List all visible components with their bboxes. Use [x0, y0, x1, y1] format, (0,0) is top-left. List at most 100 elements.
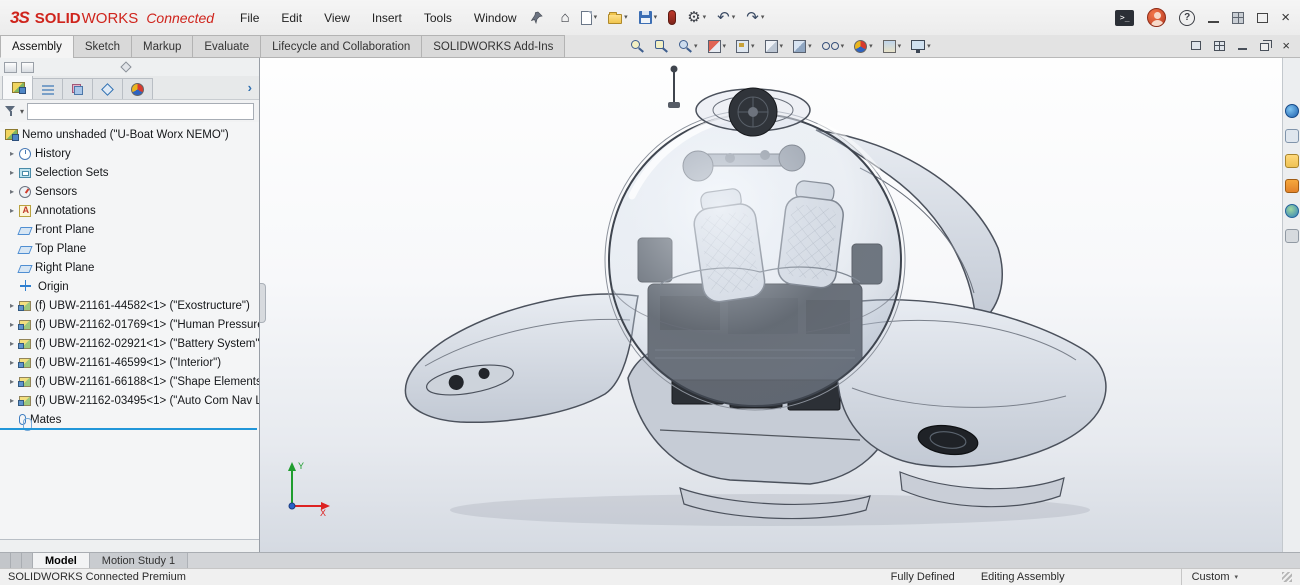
- tree-item[interactable]: ▸ Annotations: [0, 201, 259, 220]
- expand-arrow-icon[interactable]: ▸: [6, 206, 18, 215]
- file-explorer-icon[interactable]: [1285, 154, 1299, 168]
- expand-arrow-icon[interactable]: ▸: [6, 149, 18, 158]
- tree-item[interactable]: Origin: [0, 277, 259, 296]
- menu-window[interactable]: Window: [474, 11, 517, 25]
- window-layout-button[interactable]: [1232, 12, 1244, 24]
- tab-assembly[interactable]: Assembly: [0, 35, 74, 58]
- new-document-button[interactable]: ▾: [579, 10, 600, 26]
- pane-splitter-buttons[interactable]: [0, 553, 33, 568]
- tree-item[interactable]: Right Plane: [0, 258, 259, 277]
- tab-displaymanager[interactable]: [122, 78, 153, 99]
- expand-arrow-icon[interactable]: ▸: [6, 358, 18, 367]
- doc-minimize-icon[interactable]: [1238, 48, 1247, 50]
- expand-arrow-icon[interactable]: ▸: [6, 168, 18, 177]
- expand-arrow-icon[interactable]: ▸: [6, 301, 18, 310]
- custom-properties-icon[interactable]: [1285, 229, 1299, 243]
- tree-item[interactable]: ▸ (f) UBW-21162-02921<1> ("Battery Syste…: [0, 334, 259, 353]
- graphics-area[interactable]: Y X: [260, 58, 1282, 552]
- help-icon[interactable]: ?: [1179, 10, 1195, 26]
- display-style-button[interactable]: ▾: [793, 40, 812, 53]
- expand-arrow-icon[interactable]: ▸: [6, 377, 18, 386]
- menu-view[interactable]: View: [324, 11, 350, 25]
- tree-item[interactable]: ▸ (f) UBW-21161-66188<1> ("Shape Element…: [0, 372, 259, 391]
- doc-new-window-icon[interactable]: [1191, 41, 1201, 50]
- zoom-to-area-button[interactable]: [654, 39, 668, 53]
- zoom-to-fit-button[interactable]: [630, 39, 644, 53]
- expand-arrow-icon[interactable]: ▸: [6, 396, 18, 405]
- apply-scene-button[interactable]: ▾: [883, 40, 902, 53]
- tab-propertymanager[interactable]: [32, 78, 63, 99]
- panel-splitter-tab[interactable]: [260, 283, 266, 323]
- minimize-button[interactable]: [1208, 21, 1219, 23]
- tree-item[interactable]: ▸ Sensors: [0, 182, 259, 201]
- home-button[interactable]: ⌂: [559, 9, 572, 26]
- panel-bottom-bar: [0, 539, 259, 552]
- tab-lifecycle-collaboration[interactable]: Lifecycle and Collaboration: [260, 35, 422, 58]
- panel-tool-icon[interactable]: [21, 62, 34, 73]
- redo-button[interactable]: ↷▾: [744, 9, 766, 26]
- panel-collapse-arrow[interactable]: ›: [248, 80, 252, 95]
- tab-dimxpertmanager[interactable]: [92, 78, 123, 99]
- expand-arrow-icon[interactable]: ▸: [6, 187, 18, 196]
- resize-grip[interactable]: [1282, 572, 1292, 582]
- tab-featuremanager-tree[interactable]: [2, 75, 33, 99]
- panel-tool-icon[interactable]: [4, 62, 17, 73]
- tab-motion-study[interactable]: Motion Study 1: [90, 553, 188, 568]
- caret-icon[interactable]: ▾: [20, 107, 24, 116]
- options-button[interactable]: ⚙▾: [685, 9, 708, 26]
- close-button[interactable]: ×: [1281, 10, 1290, 25]
- reference-triad[interactable]: Y X: [278, 458, 332, 516]
- expand-arrow-icon[interactable]: ▸: [6, 339, 18, 348]
- displaymanager-icon: [131, 83, 144, 96]
- tree-item[interactable]: ▸ (f) UBW-21161-46599<1> ("Interior"): [0, 353, 259, 372]
- edit-appearance-button[interactable]: ▾: [854, 40, 873, 53]
- panel-splitter-handle[interactable]: [120, 61, 131, 72]
- doc-restore-icon[interactable]: [1260, 43, 1269, 51]
- menu-edit[interactable]: Edit: [281, 11, 302, 25]
- tab-sketch[interactable]: Sketch: [73, 35, 132, 58]
- tab-evaluate[interactable]: Evaluate: [192, 35, 261, 58]
- section-view-button[interactable]: ▾: [708, 40, 727, 53]
- hide-show-items-button[interactable]: ▾: [822, 42, 845, 50]
- menu-tools[interactable]: Tools: [424, 11, 452, 25]
- tree-item[interactable]: ▸ (f) UBW-21161-44582<1> ("Exostructure"…: [0, 296, 259, 315]
- undo-button[interactable]: ↶▾: [715, 9, 737, 26]
- tree-item[interactable]: Front Plane: [0, 220, 259, 239]
- tree-item[interactable]: ▸ Selection Sets: [0, 163, 259, 182]
- pin-menu-button[interactable]: [531, 11, 543, 24]
- menu-file[interactable]: File: [240, 11, 259, 25]
- open-button[interactable]: ▾: [606, 10, 630, 25]
- tab-configurationmanager[interactable]: [62, 78, 93, 99]
- view-settings-button[interactable]: ▾: [911, 40, 931, 53]
- appearances-icon[interactable]: [1285, 204, 1299, 218]
- tree-item-mates[interactable]: Mates: [0, 410, 259, 429]
- tab-markup[interactable]: Markup: [131, 35, 193, 58]
- doc-close-icon[interactable]: ×: [1282, 39, 1290, 52]
- submarine-model[interactable]: [260, 58, 1282, 552]
- save-button[interactable]: ▾: [637, 10, 660, 25]
- doc-tile-windows-icon[interactable]: [1214, 41, 1225, 51]
- tree-item[interactable]: ▸ History: [0, 144, 259, 163]
- tab-model[interactable]: Model: [33, 553, 90, 568]
- design-library-icon[interactable]: [1285, 129, 1299, 143]
- unit-system-dropdown[interactable]: Custom ▾: [1181, 569, 1248, 585]
- tab-solidworks-addins[interactable]: SOLIDWORKS Add-Ins: [421, 35, 565, 58]
- expand-arrow-icon[interactable]: ▸: [6, 320, 18, 329]
- maximize-button[interactable]: [1257, 13, 1268, 23]
- filter-icon[interactable]: [5, 106, 17, 117]
- tree-filter-input[interactable]: [27, 103, 254, 120]
- user-avatar[interactable]: [1147, 8, 1166, 27]
- triad-y-label: Y: [298, 461, 304, 471]
- view-orientation-button[interactable]: ▾: [765, 40, 784, 53]
- console-icon[interactable]: >_: [1115, 10, 1134, 26]
- view-palette-icon[interactable]: [1285, 179, 1299, 193]
- menu-insert[interactable]: Insert: [372, 11, 402, 25]
- tree-item[interactable]: ▸ (f) UBW-21162-03495<1> ("Auto Com Nav …: [0, 391, 259, 410]
- 3dexperience-compass-icon[interactable]: [1285, 104, 1299, 118]
- tree-item[interactable]: Top Plane: [0, 239, 259, 258]
- tree-item[interactable]: ▸ (f) UBW-21162-01769<1> ("Human Pressur…: [0, 315, 259, 334]
- tree-root[interactable]: Nemo unshaded ("U-Boat Worx NEMO"): [0, 125, 259, 144]
- lifecycle-button[interactable]: [666, 9, 678, 26]
- annotation-views-button[interactable]: ▾: [736, 40, 755, 53]
- previous-view-button[interactable]: ▾: [678, 39, 698, 53]
